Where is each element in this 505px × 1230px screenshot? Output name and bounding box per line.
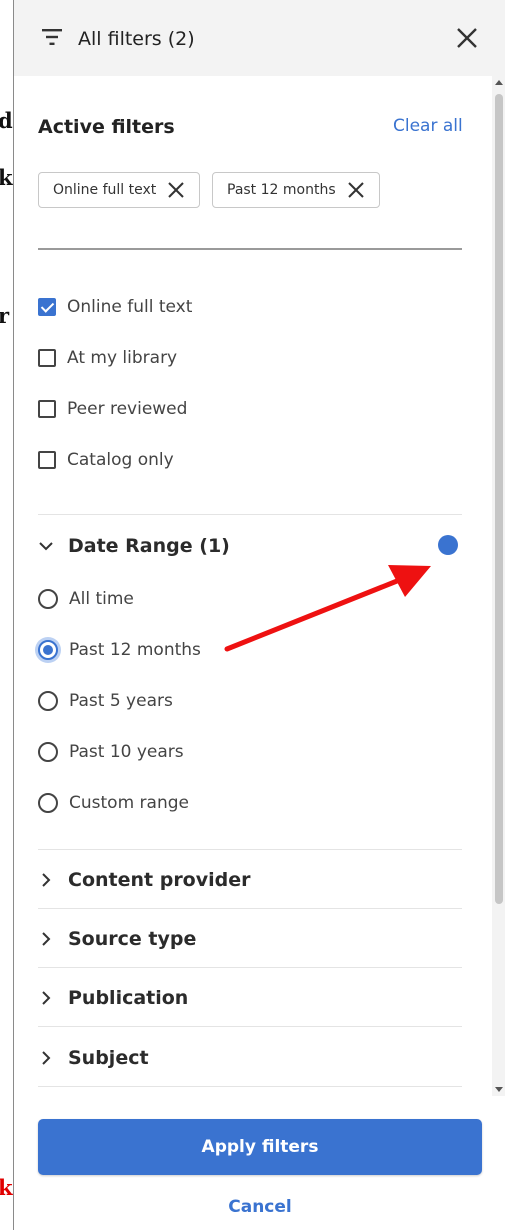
checkbox-online-full-text[interactable]: Online full text: [38, 297, 192, 317]
background-page-fragment: d k r k: [0, 0, 14, 1230]
panel-header: All filters (2): [14, 0, 505, 76]
radio-label: Past 10 years: [69, 742, 184, 762]
chip-label: Online full text: [53, 182, 157, 198]
scroll-thumb[interactable]: [495, 94, 503, 904]
section-divider: [38, 514, 462, 515]
remove-chip-icon[interactable]: [346, 180, 366, 200]
publication-group-toggle[interactable]: Publication: [38, 987, 188, 1009]
radio-custom-range[interactable]: Custom range: [38, 793, 189, 813]
apply-filters-button[interactable]: Apply filters: [38, 1119, 482, 1175]
scroll-up-arrow-icon[interactable]: [495, 80, 503, 85]
page-fragment-text: r: [0, 303, 10, 328]
page-fragment-text: k: [0, 165, 13, 190]
radio-label: Custom range: [69, 793, 189, 813]
cancel-button[interactable]: Cancel: [14, 1197, 505, 1217]
radio-label: Past 5 years: [69, 691, 173, 711]
checkbox-at-my-library[interactable]: At my library: [38, 348, 177, 368]
group-label: Source type: [68, 928, 197, 950]
checkbox-label: At my library: [67, 348, 178, 368]
radio-button[interactable]: [38, 640, 58, 660]
panel-title: All filters (2): [78, 28, 195, 50]
radio-past-12-months[interactable]: Past 12 months: [38, 640, 201, 660]
scrollbar[interactable]: [492, 76, 505, 1096]
chevron-right-icon: [42, 932, 51, 946]
checkbox-label: Catalog only: [67, 450, 174, 470]
active-indicator-dot: [438, 535, 458, 555]
radio-past-5-years[interactable]: Past 5 years: [38, 691, 173, 711]
radio-button[interactable]: [38, 742, 58, 762]
active-filters-title: Active filters: [38, 116, 175, 138]
active-filter-chip-online-full-text[interactable]: Online full text: [38, 172, 200, 208]
date-range-label: Date Range (1): [68, 535, 230, 557]
section-divider: [38, 908, 462, 909]
checkbox-box[interactable]: [38, 451, 56, 469]
clear-all-link[interactable]: Clear all: [393, 116, 463, 136]
checkbox-box[interactable]: [38, 298, 56, 316]
subject-group-toggle[interactable]: Subject: [38, 1047, 149, 1069]
group-label: Subject: [68, 1047, 149, 1069]
section-divider: [38, 967, 462, 968]
source-type-group-toggle[interactable]: Source type: [38, 928, 196, 950]
checkbox-box[interactable]: [38, 349, 56, 367]
radio-past-10-years[interactable]: Past 10 years: [38, 742, 184, 762]
chevron-right-icon: [42, 991, 51, 1005]
chevron-right-icon: [42, 1051, 51, 1065]
filters-scroll-area: Active filters Clear all Online full tex…: [14, 76, 492, 1096]
radio-button[interactable]: [38, 589, 58, 609]
checkbox-catalog-only[interactable]: Catalog only: [38, 450, 174, 470]
page-fragment-text: k: [0, 1175, 13, 1200]
group-label: Content provider: [68, 869, 251, 891]
radio-button[interactable]: [38, 793, 58, 813]
all-filters-panel: All filters (2) Active filters Clear all…: [13, 0, 505, 1230]
checkbox-box[interactable]: [38, 400, 56, 418]
radio-label: All time: [69, 589, 134, 609]
date-range-group-toggle[interactable]: Date Range (1): [38, 535, 230, 557]
active-filter-chip-past-12-months[interactable]: Past 12 months: [212, 172, 380, 208]
radio-label: Past 12 months: [69, 640, 201, 660]
page-fragment-text: d: [0, 108, 13, 133]
radio-button[interactable]: [38, 691, 58, 711]
section-divider: [38, 248, 462, 250]
chip-label: Past 12 months: [227, 182, 336, 198]
checkbox-peer-reviewed[interactable]: Peer reviewed: [38, 399, 187, 419]
checkbox-label: Online full text: [67, 297, 193, 317]
remove-chip-icon[interactable]: [166, 180, 186, 200]
close-icon[interactable]: [454, 25, 480, 51]
section-divider: [38, 1026, 462, 1027]
chevron-down-icon: [39, 542, 53, 551]
radio-all-time[interactable]: All time: [38, 589, 134, 609]
chevron-right-icon: [42, 873, 51, 887]
filter-icon: [42, 29, 62, 45]
group-label: Publication: [68, 987, 189, 1009]
section-divider: [38, 849, 462, 850]
content-provider-group-toggle[interactable]: Content provider: [38, 869, 251, 891]
scroll-down-arrow-icon[interactable]: [495, 1087, 503, 1092]
checkbox-label: Peer reviewed: [67, 399, 188, 419]
section-divider: [38, 1086, 462, 1087]
